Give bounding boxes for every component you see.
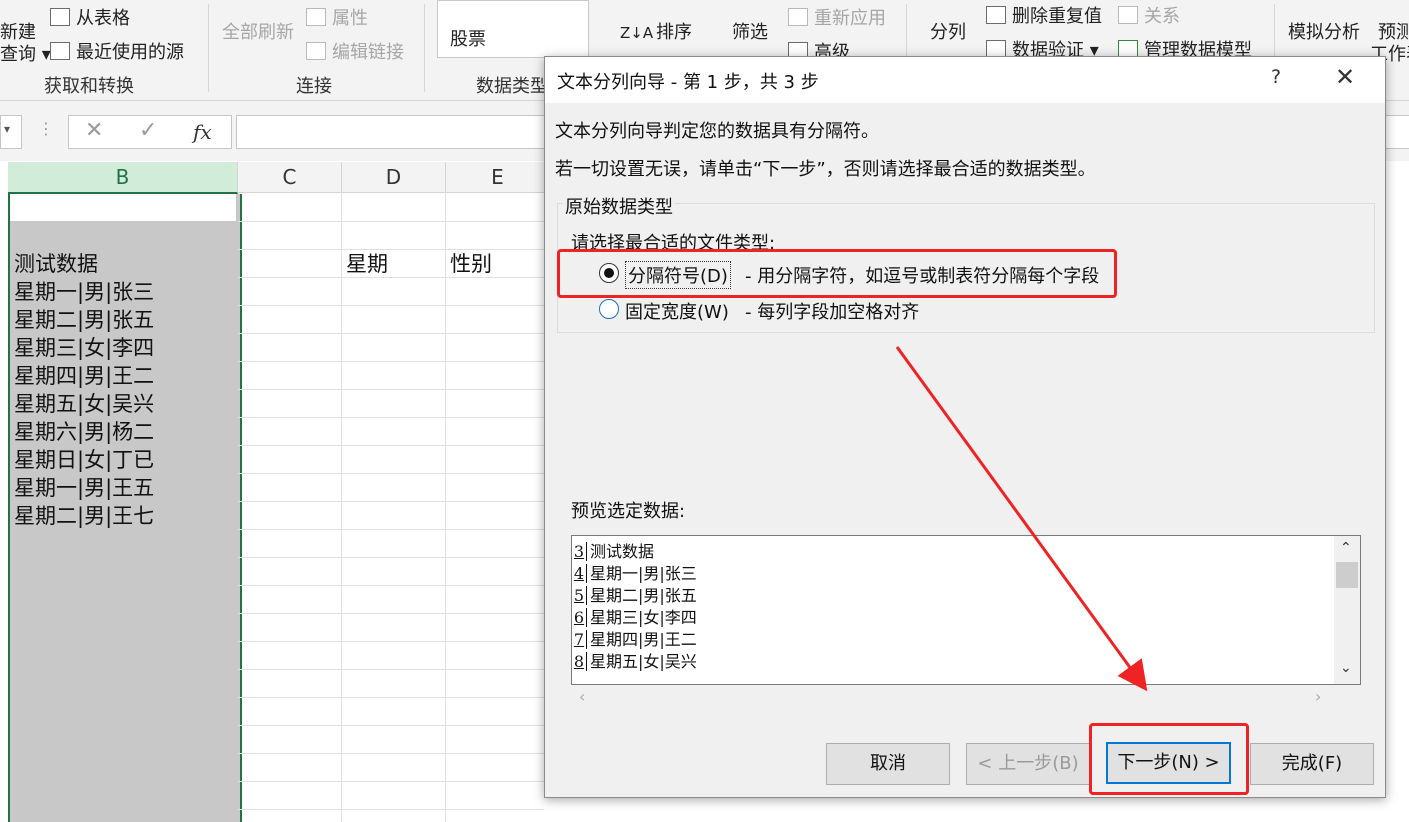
annotation-arrow — [895, 346, 1148, 692]
